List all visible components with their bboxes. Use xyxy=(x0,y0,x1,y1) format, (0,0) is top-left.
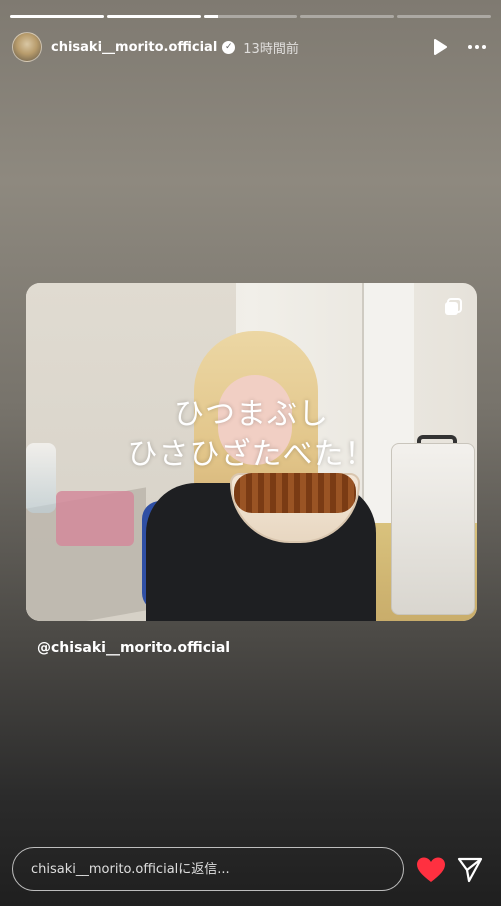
more-icon-dot xyxy=(468,45,472,49)
photo-scene-hitsumabushi xyxy=(234,473,356,513)
story-progress xyxy=(10,15,491,18)
play-button[interactable] xyxy=(429,36,451,58)
story-progress-segment xyxy=(397,15,491,18)
photo-scene-snacks xyxy=(56,491,134,546)
reply-bar[interactable] xyxy=(12,847,404,891)
story-progress-segment xyxy=(203,15,298,18)
username[interactable]: chisaki__morito.official xyxy=(51,40,217,55)
post-time: 13時間前 xyxy=(243,41,299,57)
story-header: chisaki__morito.official ✓ 13時間前 xyxy=(12,32,489,62)
story-progress-segment xyxy=(300,15,395,18)
avatar[interactable] xyxy=(12,32,42,62)
story-progress-segment xyxy=(106,15,201,18)
reply-input[interactable] xyxy=(31,861,403,877)
more-options-button[interactable] xyxy=(465,36,489,58)
heart-icon[interactable] xyxy=(416,856,446,884)
mention-sticker[interactable]: @chisaki__morito.official xyxy=(37,640,230,656)
story-progress-segment xyxy=(10,15,104,18)
multi-photo-icon[interactable] xyxy=(443,297,463,317)
caption-line: ひさひざたべた！ xyxy=(127,437,376,472)
play-icon xyxy=(434,39,447,55)
verified-badge-icon: ✓ xyxy=(222,40,236,54)
story-photo[interactable]: ひつまぶし ひさひざたべた！ xyxy=(26,283,477,621)
more-icon-dot xyxy=(475,45,479,49)
more-icon-dot xyxy=(482,45,486,49)
photo-caption: ひつまぶし ひさひざたべた！ xyxy=(26,395,477,475)
caption-line: ひつまぶし xyxy=(174,397,329,432)
send-icon[interactable] xyxy=(456,856,484,884)
